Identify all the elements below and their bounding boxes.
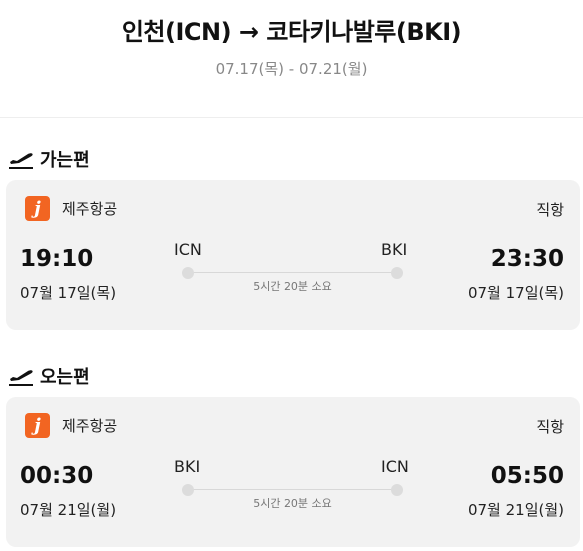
inbound-title: 오는편 <box>40 367 90 388</box>
inbound-flight-card[interactable]: j 제주항공 직항 00:30 07월 21일(월) BKI 5시간 20분 소… <box>6 397 580 547</box>
trip-dates: 07.17(목) - 07.21(월) <box>215 60 368 78</box>
airline-info: j 제주항공 <box>25 196 117 221</box>
departure-date: 07월 17일(목) <box>20 284 117 302</box>
airline-name: 제주항공 <box>62 200 118 218</box>
inbound-section-header: 오는편 <box>8 363 90 389</box>
flight-type: 직항 <box>536 201 564 219</box>
arrival-date: 07월 17일(목) <box>467 284 564 302</box>
flight-duration: 5시간 20분 소요 <box>253 280 332 293</box>
arrival-airport-code: ICN <box>381 457 409 476</box>
arrival-date: 07월 21일(월) <box>467 501 564 519</box>
airline-name: 제주항공 <box>62 417 118 435</box>
outbound-section-header: 가는편 <box>8 146 90 172</box>
flight-type: 직항 <box>536 418 564 436</box>
departure-date: 07월 21일(월) <box>20 501 117 519</box>
page-header: 인천(ICN) → 코타키나발루(BKI) 07.17(목) - 07.21(월… <box>0 0 583 118</box>
departure-airport-code: ICN <box>174 240 202 259</box>
departure-time: 00:30 <box>20 463 94 489</box>
airline-info: j 제주항공 <box>25 413 117 438</box>
jeju-air-logo-icon: j <box>25 413 50 438</box>
outbound-flight-card[interactable]: j 제주항공 직항 19:10 07월 17일(목) ICN 5시간 20분 소… <box>6 180 580 330</box>
plane-departure-icon <box>9 370 33 386</box>
arrival-time: 05:50 <box>490 463 564 489</box>
plane-departure-icon <box>9 153 33 169</box>
jeju-air-logo-icon: j <box>25 196 50 221</box>
route-title: 인천(ICN) → 코타키나발루(BKI) <box>121 18 462 46</box>
outbound-title: 가는편 <box>40 150 90 171</box>
departure-time: 19:10 <box>20 246 94 272</box>
arrival-airport-code: BKI <box>381 240 408 259</box>
flight-duration: 5시간 20분 소요 <box>253 497 332 510</box>
arrival-time: 23:30 <box>490 246 564 272</box>
departure-airport-code: BKI <box>174 457 201 476</box>
